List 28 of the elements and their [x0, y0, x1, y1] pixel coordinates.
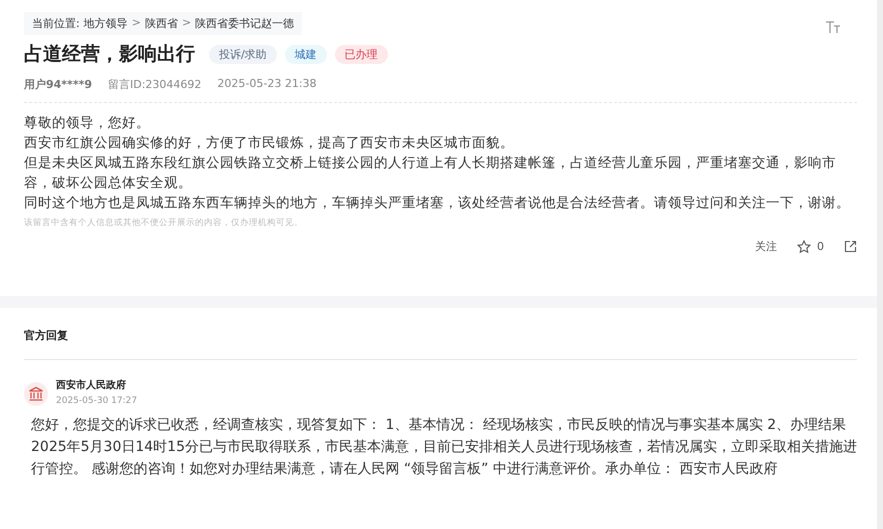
font-size-icon[interactable] — [825, 20, 841, 34]
breadcrumb-link[interactable]: 地方领导 — [84, 16, 128, 31]
message-paragraph: 西安市红旗公园确实修的好，方便了市民锻炼，提高了西安市未央区城市面貌。 — [24, 134, 515, 153]
breadcrumb-separator: > — [182, 16, 192, 31]
message-title: 占道经营，影响出行 — [24, 42, 195, 67]
tag: 城建 — [284, 44, 327, 64]
tag: 投诉/求助 — [209, 44, 277, 64]
post-time: 2025-05-23 21:38 — [217, 77, 317, 92]
reply-time: 2025-05-30 17:27 — [56, 396, 138, 406]
government-building-icon — [24, 382, 48, 406]
breadcrumb-label: 当前位置: — [32, 16, 80, 31]
breadcrumb-separator: > — [132, 16, 141, 31]
message-paragraph: 但是未央区凤城五路东段红旗公园铁路立交桥上链接公园的人行道上有人长期搭建帐篷，占道经营儿童乐园，严重堵塞交通，影响市容，破坏公园总体安全观。 — [24, 154, 837, 193]
breadcrumb-link[interactable]: 陕西省 — [144, 16, 178, 31]
share-icon[interactable] — [844, 240, 857, 253]
follow-link[interactable]: 关注 — [755, 239, 777, 254]
star-icon[interactable] — [797, 240, 811, 254]
organization-name: 西安市人民政府 — [56, 378, 127, 392]
user-name: 用户94****9 — [24, 77, 92, 92]
tag: 已办理 — [334, 44, 388, 64]
privacy-note: 该留言中含有个人信息或其他不便公开展示的内容，仅办理机构可见。 — [24, 217, 304, 229]
reply-heading: 官方回复 — [24, 308, 857, 360]
breadcrumb-link[interactable]: 陕西省委书记赵一德 — [195, 16, 294, 31]
reply-text: 您好，您提交的诉求已收悉，经调查核实，现答复如下： 1、基本情况： 经现场核实，市民反映的情况与事实基本属实 2、办理结果 2025年5月30日14时15分已与市民取得联系，市民基本满意，目前已安排相关人员进行现场核查，若情况属实，立即采取相关措施进行管控。 感谢您的咨询！如您对办理结果满意，请在人民网 “领导留言板” 中进行满意评价。承办单位： 西安市人民政府 — [30, 416, 857, 479]
message-id: 留言ID:23044692 — [108, 77, 202, 92]
like-count: 0 — [817, 240, 824, 253]
message-paragraph: 同时这个地方也是凤城五路东西车辆掉头的地方，车辆掉头严重堵塞，该处经营者说他是合法经营者。请领导过问和关注一下，谢谢。 — [24, 194, 851, 213]
message-paragraph: 尊敬的领导，您好。 — [24, 114, 151, 133]
